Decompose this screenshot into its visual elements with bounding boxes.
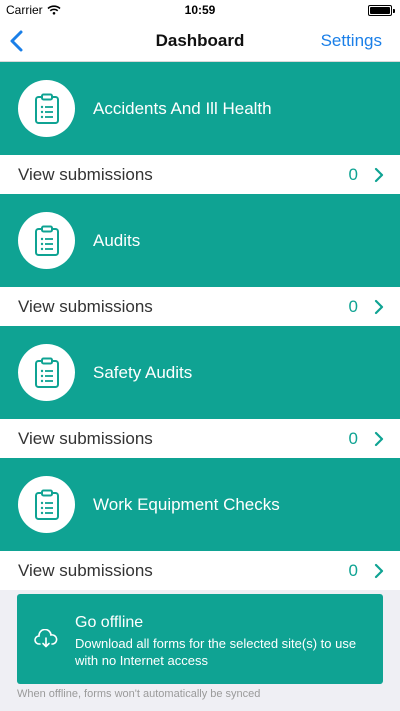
- clipboard-icon: [34, 489, 59, 520]
- submission-count: 0: [348, 297, 358, 316]
- offline-sync-note: When offline, forms won't automatically …: [17, 688, 261, 700]
- form-title: Audits: [93, 231, 141, 250]
- form-card-header[interactable]: Work Equipment Checks: [0, 458, 400, 551]
- status-time: 10:59: [184, 3, 216, 17]
- view-submissions-row[interactable]: View submissions 0: [0, 155, 400, 194]
- view-submissions-label: View submissions: [18, 561, 153, 580]
- go-offline-button[interactable]: Go offline Download all forms for the se…: [17, 594, 383, 684]
- form-title: Safety Audits: [93, 363, 193, 382]
- form-card: Work Equipment Checks View submissions 0: [0, 458, 400, 590]
- form-title: Work Equipment Checks: [93, 495, 280, 514]
- clipboard-icon: [34, 225, 59, 256]
- form-list: Accidents And Ill Health View submission…: [0, 62, 400, 590]
- form-icon-badge: [18, 344, 75, 401]
- submission-count: 0: [348, 165, 358, 184]
- view-submissions-row[interactable]: View submissions 0: [0, 419, 400, 458]
- battery-icon: [368, 5, 395, 16]
- form-icon-badge: [18, 212, 75, 269]
- view-submissions-label: View submissions: [18, 429, 153, 448]
- form-icon-badge: [18, 80, 75, 137]
- view-submissions-row[interactable]: View submissions 0: [0, 287, 400, 326]
- submission-count: 0: [348, 429, 358, 448]
- view-submissions-row[interactable]: View submissions 0: [0, 551, 400, 590]
- go-offline-description: Download all forms for the selected site…: [75, 636, 357, 668]
- form-card-header[interactable]: Audits: [0, 194, 400, 287]
- submission-count: 0: [348, 561, 358, 580]
- settings-button[interactable]: Settings: [321, 31, 382, 51]
- chevron-right-icon: [374, 167, 384, 183]
- form-card-header[interactable]: Safety Audits: [0, 326, 400, 419]
- form-card: Audits View submissions 0: [0, 194, 400, 326]
- chevron-right-icon: [374, 299, 384, 315]
- cloud-download-icon: [34, 629, 58, 648]
- form-card-header[interactable]: Accidents And Ill Health: [0, 62, 400, 155]
- form-icon-badge: [18, 476, 75, 533]
- form-title: Accidents And Ill Health: [93, 99, 272, 118]
- status-bar: Carrier 10:59: [0, 0, 400, 20]
- view-submissions-label: View submissions: [18, 165, 153, 184]
- go-offline-title: Go offline: [75, 614, 144, 631]
- navigation-bar: Dashboard Settings: [0, 20, 400, 62]
- form-card: Safety Audits View submissions 0: [0, 326, 400, 458]
- clipboard-icon: [34, 357, 59, 388]
- clipboard-icon: [34, 93, 59, 124]
- form-card: Accidents And Ill Health View submission…: [0, 62, 400, 194]
- chevron-right-icon: [374, 563, 384, 579]
- chevron-right-icon: [374, 431, 384, 447]
- view-submissions-label: View submissions: [18, 297, 153, 316]
